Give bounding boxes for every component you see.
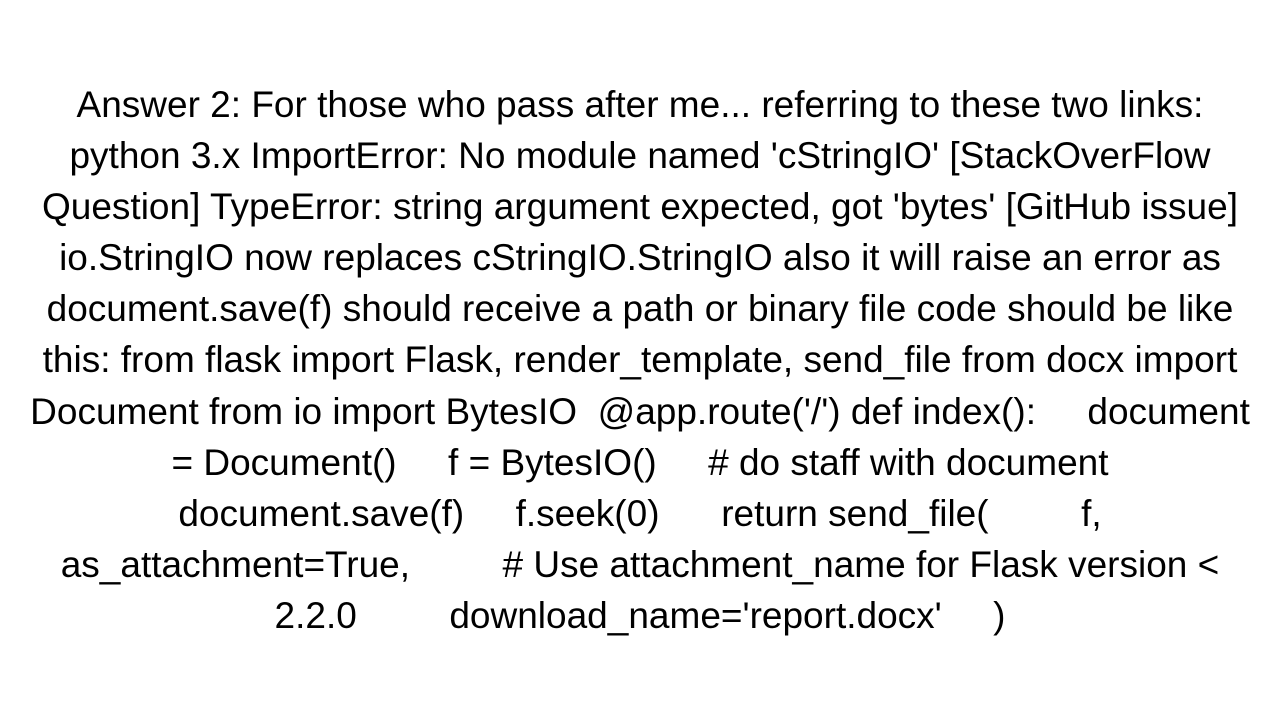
answer-text: Answer 2: For those who pass after me...… xyxy=(0,79,1280,641)
